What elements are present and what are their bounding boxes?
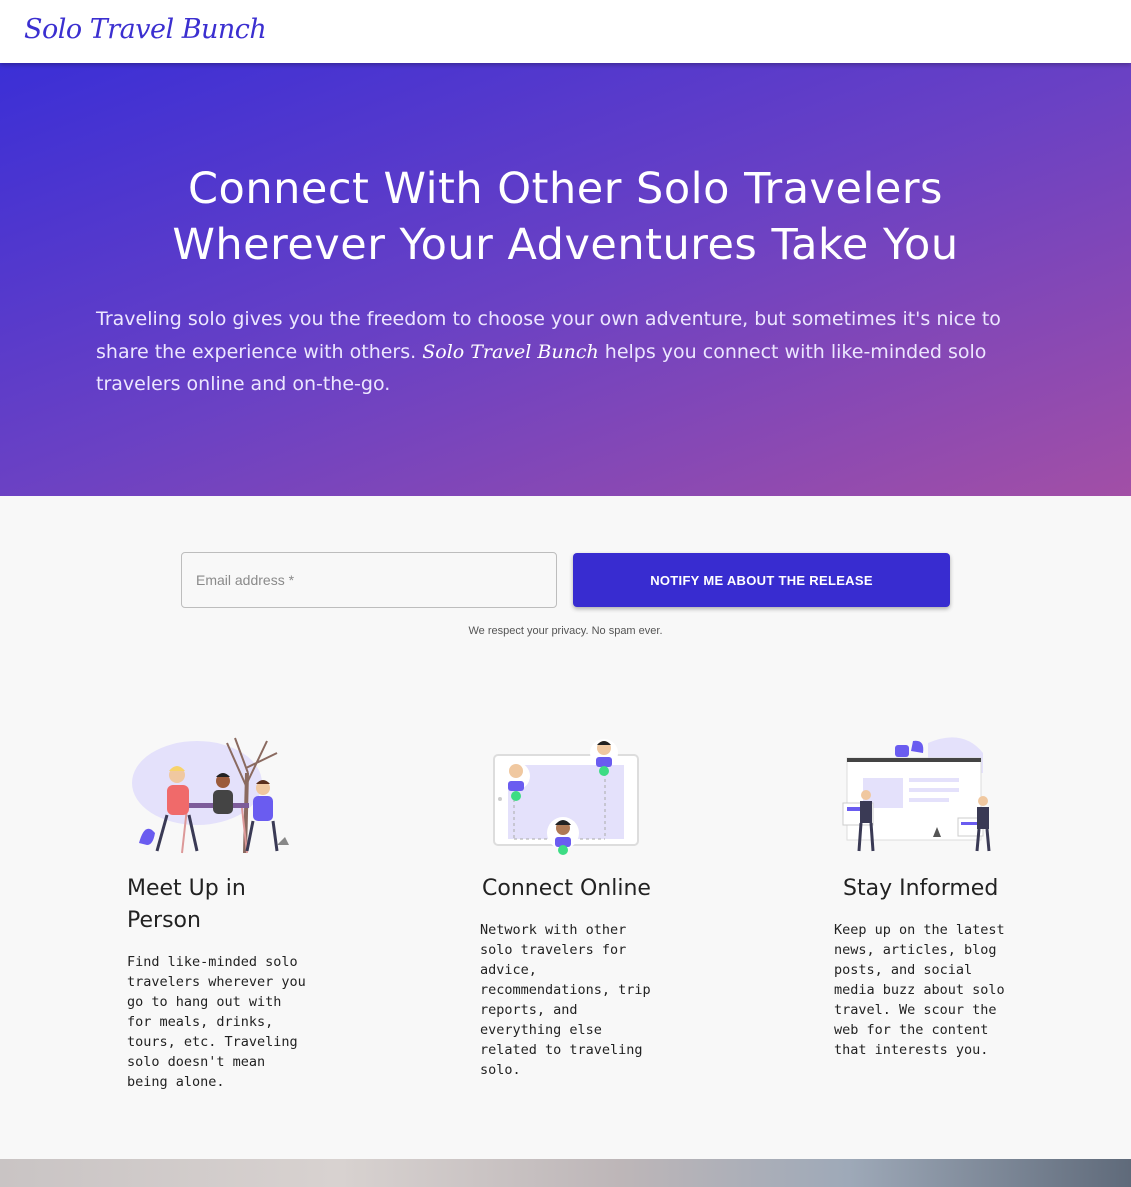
hero-description: Traveling solo gives you the freedom to … xyxy=(96,303,1041,401)
notify-button[interactable]: NOTIFY ME ABOUT THE RELEASE xyxy=(573,553,950,607)
email-field[interactable] xyxy=(181,552,557,608)
feature-text-meet-up: Find like-minded solo travelers wherever… xyxy=(127,954,306,1090)
navbar: Solo Travel Bunch xyxy=(0,0,1131,63)
online-network-illustration xyxy=(493,739,639,855)
feature-title-stay-informed: Stay Informed xyxy=(843,876,999,901)
privacy-note: We respect your privacy. No spam ever. xyxy=(468,625,663,637)
feature-title-connect-online: Connect Online xyxy=(482,876,651,901)
brand-logo[interactable]: Solo Travel Bunch xyxy=(24,14,267,45)
hero-section: Connect With Other Solo Travelers Wherev… xyxy=(0,63,1131,496)
feature-text-connect-online: Network with other solo travelers for ad… xyxy=(480,922,651,1078)
people-meetup-illustration xyxy=(132,737,289,854)
hero-title-line2: Wherever Your Adventures Take You xyxy=(172,220,959,270)
hero-desc-brand: Solo Travel Bunch xyxy=(422,340,599,363)
bottom-background-photo xyxy=(0,1159,1131,1187)
feature-text-stay-informed: Keep up on the latest news, articles, bl… xyxy=(834,922,1005,1058)
feature-title-meet-up: Meet Up in Person xyxy=(127,876,246,933)
hero-title-line1: Connect With Other Solo Travelers xyxy=(188,164,943,214)
news-board-illustration xyxy=(842,737,991,852)
hero-title: Connect With Other Solo Travelers Wherev… xyxy=(0,161,1131,273)
